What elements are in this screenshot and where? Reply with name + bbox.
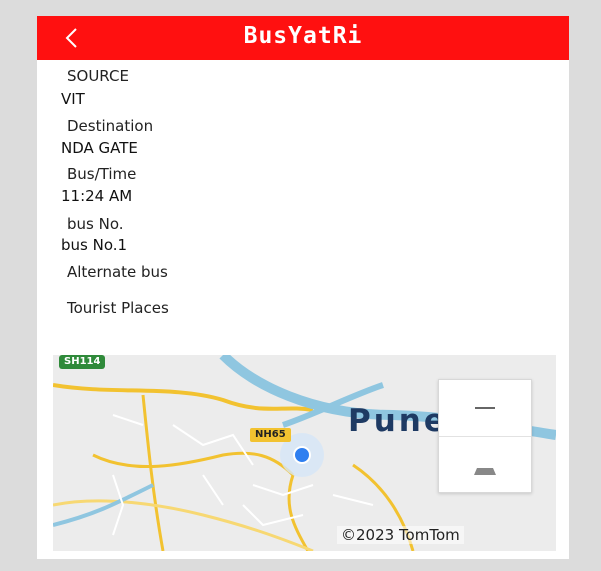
map-controls bbox=[438, 379, 532, 493]
app-frame: BusYatRi SOURCE VIT Destination NDA GATE… bbox=[37, 16, 569, 559]
alternate-bus-link[interactable]: Alternate bus bbox=[67, 263, 168, 281]
map-view[interactable]: SH114 NH65 Pune Cit ©2023 TomTom bbox=[53, 355, 556, 551]
highway-nh-badge: NH65 bbox=[250, 428, 291, 442]
app-title: BusYatRi bbox=[243, 23, 363, 49]
destination-label: Destination bbox=[67, 117, 154, 135]
bus-time-value: 11:24 AM bbox=[61, 187, 133, 205]
bus-no-value: bus No.1 bbox=[61, 236, 128, 254]
app-header: BusYatRi bbox=[37, 16, 569, 60]
highway-sh-badge: SH114 bbox=[59, 355, 106, 369]
bus-no-label: bus No. bbox=[67, 215, 124, 233]
destination-value: NDA GATE bbox=[61, 139, 138, 157]
zoom-out-button[interactable] bbox=[439, 380, 531, 436]
tilt-icon bbox=[474, 468, 496, 475]
tourist-places-link[interactable]: Tourist Places bbox=[67, 299, 169, 317]
tilt-button[interactable] bbox=[439, 437, 531, 492]
source-value: VIT bbox=[61, 90, 85, 108]
bus-time-label: Bus/Time bbox=[67, 165, 137, 183]
source-label: SOURCE bbox=[67, 67, 129, 85]
map-copyright: ©2023 TomTom bbox=[337, 526, 464, 544]
minus-icon bbox=[475, 407, 495, 409]
